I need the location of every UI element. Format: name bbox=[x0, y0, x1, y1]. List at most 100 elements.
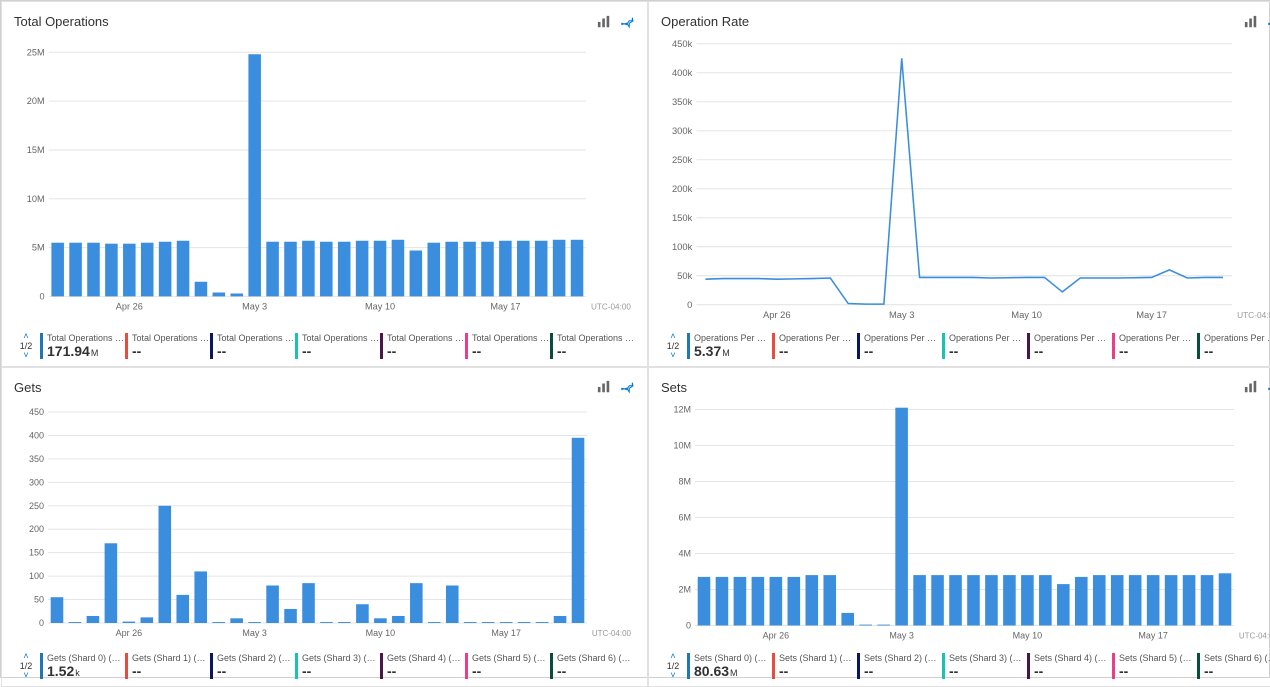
legend-label: Gets (Shard 3) (Sum) bbox=[302, 653, 380, 663]
legend-item[interactable]: Operations Per Secon…-- bbox=[1197, 333, 1270, 359]
chevron-down-icon[interactable]: ˅ bbox=[670, 671, 675, 680]
legend-item[interactable]: Gets (Shard 3) (Sum)-- bbox=[295, 653, 380, 679]
svg-text:5M: 5M bbox=[32, 243, 45, 253]
legend-item[interactable]: Operations Per Secon…-- bbox=[1112, 333, 1197, 359]
svg-text:Apr 26: Apr 26 bbox=[763, 309, 791, 320]
legend-label: Total Operations (Sh… bbox=[47, 333, 125, 343]
legend-label: Sets (Shard 3) (Sum) bbox=[949, 653, 1027, 663]
legend-item[interactable]: Operations Per Secon…-- bbox=[857, 333, 942, 359]
legend-swatch bbox=[1027, 333, 1030, 359]
legend-label: Total Operations (Sh… bbox=[132, 333, 210, 343]
legend-swatch bbox=[1027, 653, 1030, 679]
chart-operation-rate[interactable]: 050k100k150k200k250k300k350k400k450kApr … bbox=[661, 35, 1270, 326]
svg-text:UTC-04:00: UTC-04:00 bbox=[592, 629, 632, 638]
legend-swatch bbox=[1197, 333, 1200, 359]
legend-row: ˄ 1/2 ˅ Operations Per Secon…5.37MOperat… bbox=[661, 332, 1270, 360]
svg-text:May 10: May 10 bbox=[365, 302, 395, 312]
legend-item[interactable]: Gets (Shard 2) (Sum)-- bbox=[210, 653, 295, 679]
svg-text:May 3: May 3 bbox=[242, 302, 267, 312]
legend-value: -- bbox=[472, 663, 550, 679]
legend-item[interactable]: Gets (Shard 0) (Sum)1.52k bbox=[40, 653, 125, 679]
svg-text:Apr 26: Apr 26 bbox=[116, 628, 143, 638]
legend-label: Total Operations (Sh… bbox=[217, 333, 295, 343]
legend-item[interactable]: Total Operations (Sh…-- bbox=[210, 333, 295, 359]
legend-pager[interactable]: ˄ 1/2 ˅ bbox=[14, 332, 38, 360]
svg-text:350k: 350k bbox=[672, 96, 693, 107]
svg-text:May 10: May 10 bbox=[1013, 630, 1043, 640]
chevron-down-icon[interactable]: ˅ bbox=[23, 671, 28, 680]
legend-item[interactable]: Operations Per Secon…-- bbox=[772, 333, 857, 359]
legend-item[interactable]: Total Operations (Sh…-- bbox=[295, 333, 380, 359]
svg-text:May 17: May 17 bbox=[1136, 309, 1167, 320]
chevron-down-icon[interactable]: ˅ bbox=[670, 351, 675, 360]
bar-chart-icon[interactable] bbox=[1244, 380, 1258, 394]
legend-item[interactable]: Sets (Shard 2) (Sum)-- bbox=[857, 653, 942, 679]
legend-label: Operations Per Secon… bbox=[1034, 333, 1112, 343]
svg-text:8M: 8M bbox=[678, 476, 691, 486]
legend-item[interactable]: Operations Per Secon…-- bbox=[942, 333, 1027, 359]
legend-item[interactable]: Gets (Shard 5) (Sum)-- bbox=[465, 653, 550, 679]
legend-item[interactable]: Total Operations (Sh…-- bbox=[465, 333, 550, 359]
legend-item[interactable]: Sets (Shard 5) (Sum)-- bbox=[1112, 653, 1197, 679]
svg-text:150k: 150k bbox=[672, 212, 693, 223]
legend-swatch bbox=[550, 653, 553, 679]
legend-item[interactable]: Sets (Shard 4) (Sum)-- bbox=[1027, 653, 1112, 679]
legend-label: Sets (Shard 1) (Sum) bbox=[779, 653, 857, 663]
legend-pager[interactable]: ˄ 1/2 ˅ bbox=[14, 652, 38, 680]
legend-item[interactable]: Operations Per Secon…-- bbox=[1027, 333, 1112, 359]
legend-row: ˄ 1/2 ˅ Sets (Shard 0) (Sum)80.63MSets (… bbox=[661, 652, 1270, 680]
svg-text:Apr 26: Apr 26 bbox=[763, 630, 790, 640]
legend-item[interactable]: Total Operations (Sh…-- bbox=[125, 333, 210, 359]
svg-text:0: 0 bbox=[40, 291, 45, 301]
svg-text:10M: 10M bbox=[27, 194, 45, 204]
chevron-up-icon[interactable]: ˄ bbox=[670, 652, 675, 661]
legend-value: 5.37M bbox=[694, 343, 772, 359]
svg-text:UTC-04:00: UTC-04:00 bbox=[1239, 631, 1270, 640]
legend-item[interactable]: Total Operations (Sh…171.94M bbox=[40, 333, 125, 359]
chart-total-operations[interactable]: 05M10M15M20M25MApr 26May 3May 10May 17UT… bbox=[14, 35, 635, 326]
svg-text:Apr 26: Apr 26 bbox=[116, 302, 143, 312]
chart-gets[interactable]: 050100150200250300350400450Apr 26May 3Ma… bbox=[14, 401, 635, 646]
chevron-up-icon[interactable]: ˄ bbox=[670, 332, 675, 341]
svg-text:6M: 6M bbox=[678, 512, 691, 522]
legend-label: Operations Per Secon… bbox=[779, 333, 857, 343]
svg-text:300k: 300k bbox=[672, 125, 693, 136]
legend-item[interactable]: Gets (Shard 1) (Sum)-- bbox=[125, 653, 210, 679]
pin-icon[interactable] bbox=[621, 15, 635, 29]
legend-label: Sets (Shard 6) (Sum) bbox=[1204, 653, 1270, 663]
panel-title: Sets bbox=[661, 380, 687, 395]
legend-label: Sets (Shard 4) (Sum) bbox=[1034, 653, 1112, 663]
bar-chart-icon[interactable] bbox=[597, 380, 611, 394]
panel-title: Gets bbox=[14, 380, 41, 395]
legend-label: Operations Per Secon… bbox=[864, 333, 942, 343]
legend-label: Total Operations (Sh… bbox=[302, 333, 380, 343]
legend-item[interactable]: Gets (Shard 4) (Sum)-- bbox=[380, 653, 465, 679]
svg-text:350: 350 bbox=[29, 454, 44, 464]
legend-swatch bbox=[465, 653, 468, 679]
legend-item[interactable]: Operations Per Secon…5.37M bbox=[687, 333, 772, 359]
legend-label: Gets (Shard 0) (Sum) bbox=[47, 653, 125, 663]
svg-text:2M: 2M bbox=[678, 584, 691, 594]
legend-item[interactable]: Sets (Shard 6) (Sum)-- bbox=[1197, 653, 1270, 679]
svg-text:May 10: May 10 bbox=[366, 628, 396, 638]
svg-text:0: 0 bbox=[39, 618, 44, 628]
svg-text:400k: 400k bbox=[672, 67, 693, 78]
legend-item[interactable]: Total Operations (Sh…-- bbox=[380, 333, 465, 359]
legend-item[interactable]: Gets (Shard 6) (Sum)-- bbox=[550, 653, 635, 679]
chart-sets[interactable]: 02M4M6M8M10M12MApr 26May 3May 10May 17UT… bbox=[661, 401, 1270, 646]
chevron-up-icon[interactable]: ˄ bbox=[23, 332, 28, 341]
bar-chart-icon[interactable] bbox=[1244, 15, 1258, 29]
legend-item[interactable]: Sets (Shard 1) (Sum)-- bbox=[772, 653, 857, 679]
legend-pager[interactable]: ˄ 1/2 ˅ bbox=[661, 652, 685, 680]
legend-item[interactable]: Total Operations (Sh…-- bbox=[550, 333, 635, 359]
bar-chart-icon[interactable] bbox=[597, 15, 611, 29]
chevron-down-icon[interactable]: ˅ bbox=[23, 351, 28, 360]
svg-text:200: 200 bbox=[29, 524, 44, 534]
legend-label: Gets (Shard 6) (Sum) bbox=[557, 653, 635, 663]
legend-item[interactable]: Sets (Shard 0) (Sum)80.63M bbox=[687, 653, 772, 679]
legend-pager[interactable]: ˄ 1/2 ˅ bbox=[661, 332, 685, 360]
chevron-up-icon[interactable]: ˄ bbox=[23, 652, 28, 661]
pin-icon[interactable] bbox=[621, 380, 635, 394]
legend-swatch bbox=[942, 653, 945, 679]
legend-item[interactable]: Sets (Shard 3) (Sum)-- bbox=[942, 653, 1027, 679]
